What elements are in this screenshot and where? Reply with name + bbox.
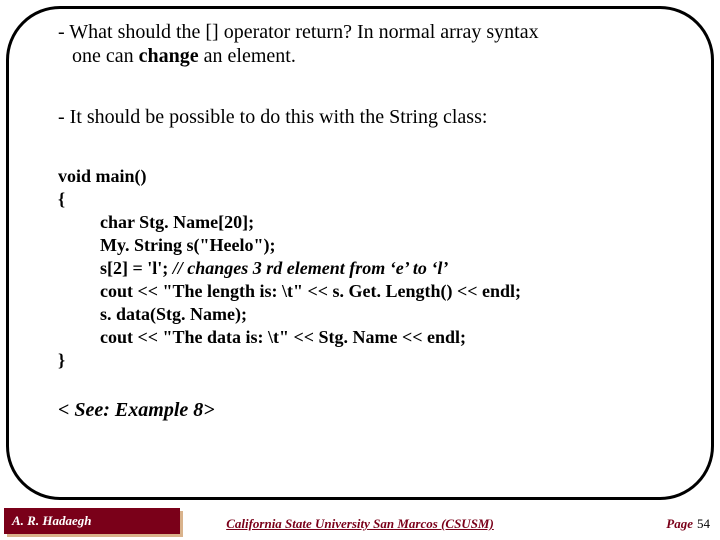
para1-line2: one can change an element.	[58, 44, 662, 68]
code-line: My. String s("Heelo");	[58, 234, 662, 257]
slide-content: - What should the [] operator return? In…	[58, 20, 662, 423]
code-line: cout << "The length is: \t" << s. Get. L…	[58, 280, 662, 303]
footer-page-number: 54	[697, 516, 710, 531]
code-line: {	[58, 188, 662, 211]
footer-org: California State University San Marcos (…	[0, 516, 720, 532]
code-line: }	[58, 349, 662, 372]
para1-line2-pre: one can	[72, 45, 139, 67]
footer: A. R. Hadaegh California State Universit…	[0, 506, 720, 540]
footer-page: Page 54	[666, 516, 710, 532]
code-line: void main()	[58, 165, 662, 188]
code-line: cout << "The data is: \t" << Stg. Name <…	[58, 326, 662, 349]
code-line: s[2] = 'l'; // changes 3 rd element from…	[58, 257, 662, 280]
para1-line1: - What should the [] operator return? In…	[58, 20, 662, 44]
code-line: s. data(Stg. Name);	[58, 303, 662, 326]
slide: - What should the [] operator return? In…	[0, 0, 720, 540]
code-text: s[2] = 'l';	[100, 258, 173, 278]
para1-line2-bold: change	[139, 45, 199, 67]
paragraph-1: - What should the [] operator return? In…	[58, 20, 662, 69]
code-line: char Stg. Name[20];	[58, 211, 662, 234]
code-comment: // changes 3 rd element from ‘e’ to ‘l’	[173, 258, 449, 278]
paragraph-2: - It should be possible to do this with …	[58, 105, 662, 129]
code-block: void main() { char Stg. Name[20]; My. St…	[58, 165, 662, 372]
see-example-link: < See: Example 8>	[58, 398, 662, 422]
footer-page-label: Page	[666, 516, 693, 531]
para1-line2-post: an element.	[199, 45, 296, 67]
